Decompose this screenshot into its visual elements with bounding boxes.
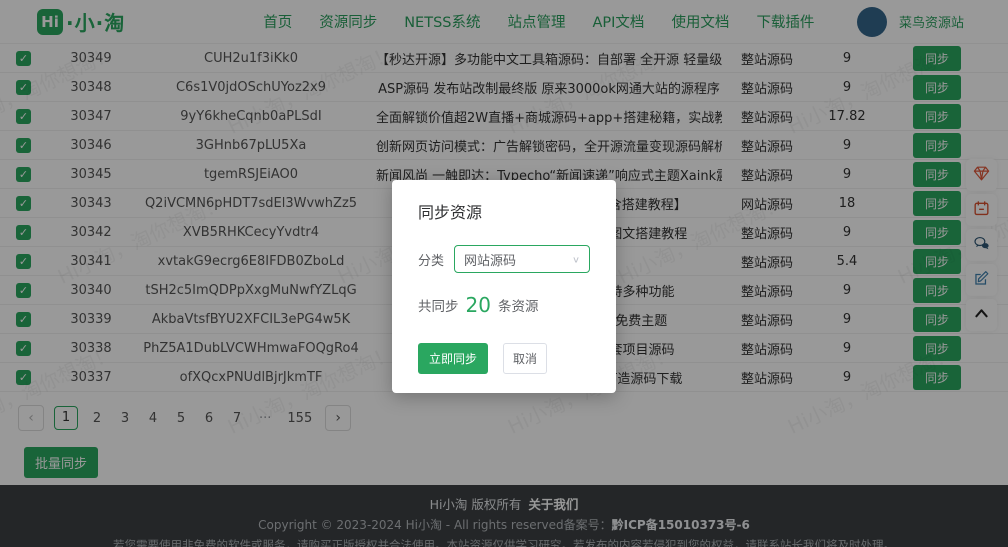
cancel-button[interactable]: 取消 [503, 343, 547, 374]
category-select[interactable]: 网站源码 ∨ [454, 245, 590, 273]
sync-resource-modal: 同步资源 分类 网站源码 ∨ 共同步 20 条资源 立即同步 取消 [392, 180, 616, 393]
category-label: 分类 [418, 250, 444, 269]
sync-count: 20 [466, 293, 491, 317]
sync-count-prefix: 共同步 [418, 295, 459, 315]
modal-title: 同步资源 [418, 199, 590, 223]
chevron-down-icon: ∨ [572, 254, 580, 264]
category-selected-value: 网站源码 [464, 250, 516, 269]
sync-count-suffix: 条资源 [498, 295, 539, 315]
confirm-sync-button[interactable]: 立即同步 [418, 343, 488, 374]
